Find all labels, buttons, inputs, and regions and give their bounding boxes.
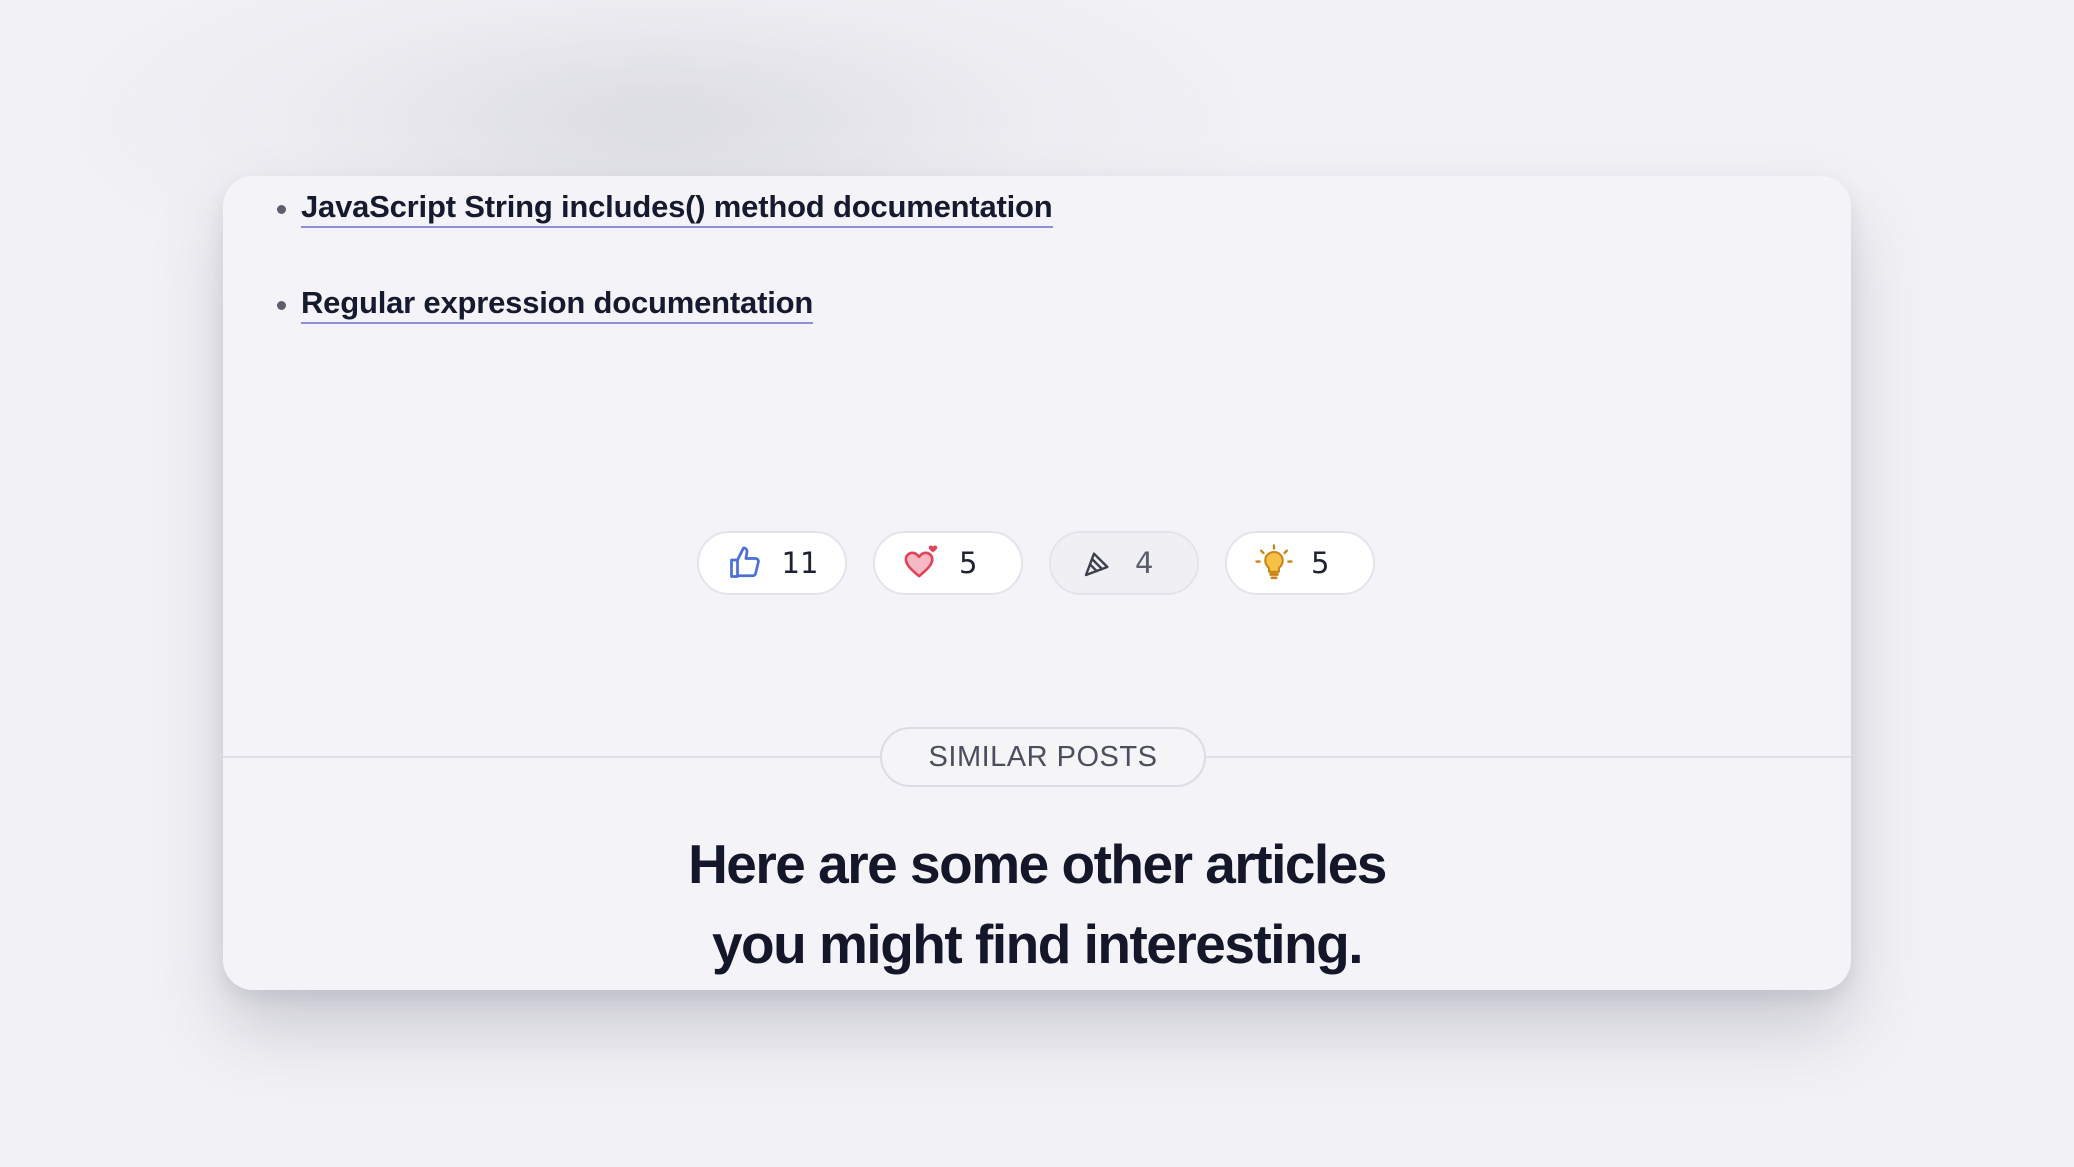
reaction-love-button[interactable]: 5 — [873, 531, 1023, 595]
reaction-insightful-count: 5 — [1311, 546, 1330, 580]
heading-line: Here are some other articles — [688, 833, 1387, 895]
reaction-love-count: 5 — [959, 546, 978, 580]
heading-line: you might find interesting. — [711, 913, 1364, 975]
list-item: JavaScript String includes() method docu… — [275, 188, 1053, 228]
link-regex-docs[interactable]: Regular expression documentation — [301, 284, 813, 324]
thumbs-up-icon — [726, 544, 764, 582]
reaction-bar: 11 5 4 5 — [697, 531, 1375, 595]
reaction-celebrate-count: 4 — [1135, 546, 1154, 580]
lightbulb-icon — [1255, 544, 1293, 582]
link-string-includes-docs[interactable]: JavaScript String includes() method docu… — [301, 188, 1053, 228]
bullet-dot — [277, 205, 286, 214]
similar-posts-badge: SIMILAR POSTS — [880, 727, 1206, 787]
reference-links-list: JavaScript String includes() method docu… — [275, 188, 1053, 380]
similar-posts-heading: Here are some other articles you might f… — [223, 824, 1851, 984]
bullet-dot — [277, 301, 286, 310]
article-card: JavaScript String includes() method docu… — [223, 176, 1851, 990]
reaction-celebrate-button[interactable]: 4 — [1049, 531, 1199, 595]
party-popper-icon — [1079, 544, 1117, 582]
reaction-insightful-button[interactable]: 5 — [1225, 531, 1375, 595]
reaction-like-count: 11 — [781, 546, 819, 580]
list-item: Regular expression documentation — [275, 284, 1053, 324]
reaction-like-button[interactable]: 11 — [697, 531, 847, 595]
heart-icon — [903, 544, 941, 582]
